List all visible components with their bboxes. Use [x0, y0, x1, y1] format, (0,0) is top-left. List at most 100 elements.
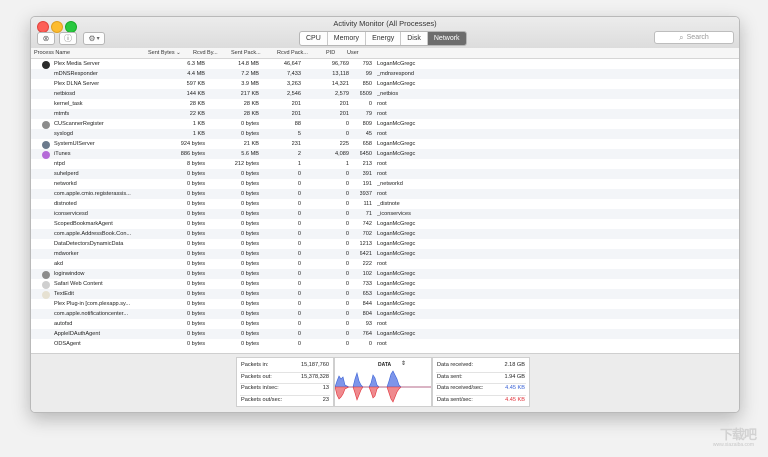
column-header-rcvd-bytes[interactable]: Rcvd By...: [193, 50, 218, 56]
column-header-pid[interactable]: PID: [326, 50, 335, 56]
process-name-cell: ntpd: [54, 160, 65, 167]
pid-cell: 658: [362, 140, 372, 147]
process-name-cell: Safari Web Content: [54, 280, 103, 287]
pid-cell: 191: [362, 180, 372, 187]
tab-memory[interactable]: Memory: [328, 32, 367, 45]
user-cell: root: [377, 100, 387, 107]
tab-cpu[interactable]: CPU: [300, 32, 328, 45]
rcvd-packets-cell: 0: [345, 330, 349, 337]
sent-packets-cell: 0: [297, 330, 301, 337]
rcvd-packets-cell: 0: [345, 200, 349, 207]
pid-cell: 764: [362, 330, 372, 337]
table-row[interactable]: kernel_task 28 KB 28 KB 201 201 0 root: [31, 99, 739, 109]
sent-bytes-cell: 0 bytes: [186, 220, 205, 227]
sent-packets-cell: 0: [297, 240, 301, 247]
graph-mode-toggle[interactable]: ⇕: [401, 360, 406, 367]
rcvd-packets-cell: 96,769: [331, 60, 349, 67]
rcvd-bytes-cell: 7.2 MB: [241, 70, 259, 77]
column-header-rcvd-packets[interactable]: Rcvd Pack...: [277, 50, 308, 56]
process-table: Plex Media Server 6.3 MB 14.8 MB 46,647 96,7…: [31, 59, 739, 349]
rcvd-bytes-cell: 0 bytes: [240, 180, 259, 187]
table-row[interactable]: CUScannerRegister 1 KB 0 bytes 88 0 809 LoganM…: [31, 119, 739, 129]
table-row[interactable]: iconservicesd 0 bytes 0 bytes 0 0 71 _iconserv…: [31, 209, 739, 219]
sent-packets-cell: 0: [297, 340, 301, 347]
rcvd-packets-cell: 0: [345, 260, 349, 267]
sent-packets-cell: 0: [297, 170, 301, 177]
user-cell: _mdnsrespond: [377, 70, 415, 77]
user-cell: root: [377, 110, 387, 117]
table-row[interactable]: Plex Media Server 6.3 MB 14.8 MB 46,647 96,7…: [31, 59, 739, 69]
table-row[interactable]: distnoted 0 bytes 0 bytes 0 0 111 _distnote: [31, 199, 739, 209]
sent-packets-cell: 1: [297, 160, 301, 167]
table-row[interactable]: com.apple.notificationcenter... 0 bytes 0 …: [31, 309, 739, 319]
packets-stat-label: Packets out:: [241, 373, 272, 380]
sent-bytes-cell: 0 bytes: [186, 190, 205, 197]
table-row[interactable]: ScopedBookmarkAgent 0 bytes 0 bytes 0 0 742 Lo…: [31, 219, 739, 229]
column-header-sent-bytes[interactable]: Sent Bytes ⌄: [148, 50, 181, 56]
column-header-process-name[interactable]: Process Name: [34, 50, 70, 56]
column-header-user[interactable]: User: [347, 50, 359, 56]
stat-divider: [240, 394, 330, 396]
table-row[interactable]: AppleIDAuthAgent 0 bytes 0 bytes 0 0 764 Logan…: [31, 329, 739, 339]
table-row[interactable]: Plex DLNA Server 597 KB 3.9 MB 3,263 14,321 8…: [31, 79, 739, 89]
rcvd-packets-cell: 0: [345, 300, 349, 307]
user-cell: root: [377, 190, 387, 197]
sent-bytes-cell: 886 bytes: [180, 150, 205, 157]
table-row[interactable]: loginwindow 0 bytes 0 bytes 0 0 102 LoganMcGre…: [31, 269, 739, 279]
sent-packets-cell: 0: [297, 320, 301, 327]
table-row[interactable]: com.apple.AddressBook.Con... 0 bytes 0 byt…: [31, 229, 739, 239]
tab-network[interactable]: Network: [427, 32, 466, 45]
table-row[interactable]: mdworker 0 bytes 0 bytes 0 0 6421 LoganMcGregc: [31, 249, 739, 259]
sent-packets-cell: 201: [291, 110, 301, 117]
table-row[interactable]: DataDetectorsDynamicData 0 bytes 0 bytes 0 0…: [31, 239, 739, 249]
table-row[interactable]: ODSAgent 0 bytes 0 bytes 0 0 0 root: [31, 339, 739, 349]
table-header: Process Name Sent Bytes ⌄ Rcvd By... Sen…: [31, 48, 739, 59]
process-name-cell: iconservicesd: [54, 210, 88, 217]
table-row[interactable]: mDNSResponder 4.4 MB 7.2 MB 7,433 13,118 99 _m…: [31, 69, 739, 79]
pid-cell: 804: [362, 310, 372, 317]
sent-packets-cell: 0: [297, 290, 301, 297]
tab-disk[interactable]: Disk: [401, 32, 428, 45]
sent-bytes-cell: 4.4 MB: [187, 70, 205, 77]
table-row[interactable]: SystemUIServer 924 bytes 21 KB 231 225 658 Log…: [31, 139, 739, 149]
table-row[interactable]: autofsd 0 bytes 0 bytes 0 0 93 root: [31, 319, 739, 329]
column-header-sent-bytes-label: Sent Bytes: [148, 50, 175, 56]
inspect-process-button[interactable]: ⓘ: [59, 32, 77, 45]
process-name-cell: syslogd: [54, 130, 73, 137]
table-row[interactable]: Safari Web Content 0 bytes 0 bytes 0 0 733 Log…: [31, 279, 739, 289]
rcvd-bytes-cell: 0 bytes: [240, 340, 259, 347]
sent-bytes-cell: 0 bytes: [186, 260, 205, 267]
pid-cell: 793: [362, 60, 372, 67]
rcvd-bytes-cell: 14.8 MB: [238, 60, 259, 67]
quit-process-button[interactable]: ⊗: [37, 32, 55, 45]
table-row[interactable]: networkd 0 bytes 0 bytes 0 0 191 _networkd: [31, 179, 739, 189]
table-row[interactable]: mtmfs 22 KB 28 KB 201 201 79 root: [31, 109, 739, 119]
pid-cell: 733: [362, 280, 372, 287]
column-header-sent-packets[interactable]: Sent Pack...: [231, 50, 261, 56]
data-stat-label: Data sent/sec:: [437, 396, 473, 403]
table-row[interactable]: TextEdit 0 bytes 0 bytes 0 0 653 LoganMcGregc: [31, 289, 739, 299]
rcvd-bytes-cell: 212 bytes: [234, 160, 259, 167]
packets-stat-value: 15,378,328: [301, 373, 329, 380]
action-menu-button[interactable]: ⚙ ▾: [83, 32, 105, 45]
table-row[interactable]: Plex Plug-in [com.plexapp.sy... 0 bytes 0 …: [31, 299, 739, 309]
pid-cell: 6450: [359, 150, 372, 157]
table-row[interactable]: syslogd 1 KB 0 bytes 5 0 45 root: [31, 129, 739, 139]
sent-packets-cell: 0: [297, 260, 301, 267]
table-row[interactable]: akd 0 bytes 0 bytes 0 0 222 root: [31, 259, 739, 269]
process-name-cell: netbiosd: [54, 90, 76, 97]
table-row[interactable]: suhelperd 0 bytes 0 bytes 0 0 391 root: [31, 169, 739, 179]
tab-energy[interactable]: Energy: [366, 32, 402, 45]
watermark-url: www.xiazaiba.com: [712, 442, 754, 448]
rcvd-bytes-cell: 0 bytes: [240, 170, 259, 177]
pid-cell: 93: [365, 320, 372, 327]
table-row[interactable]: com.apple.cmio.registerassis... 0 bytes 0 …: [31, 189, 739, 199]
search-input[interactable]: ⌕ Search: [654, 31, 734, 44]
sent-bytes-cell: 0 bytes: [186, 210, 205, 217]
search-icon: ⌕: [679, 32, 684, 42]
table-row[interactable]: netbiosd 144 KB 217 KB 2,546 2,579 6509 _netbi…: [31, 89, 739, 99]
rcvd-bytes-cell: 0 bytes: [240, 240, 259, 247]
table-row[interactable]: ntpd 8 bytes 212 bytes 1 1 213 root: [31, 159, 739, 169]
table-row[interactable]: iTunes 886 bytes 5.6 MB 2 4,089 6450 LoganMcGr…: [31, 149, 739, 159]
sent-packets-cell: 0: [297, 300, 301, 307]
